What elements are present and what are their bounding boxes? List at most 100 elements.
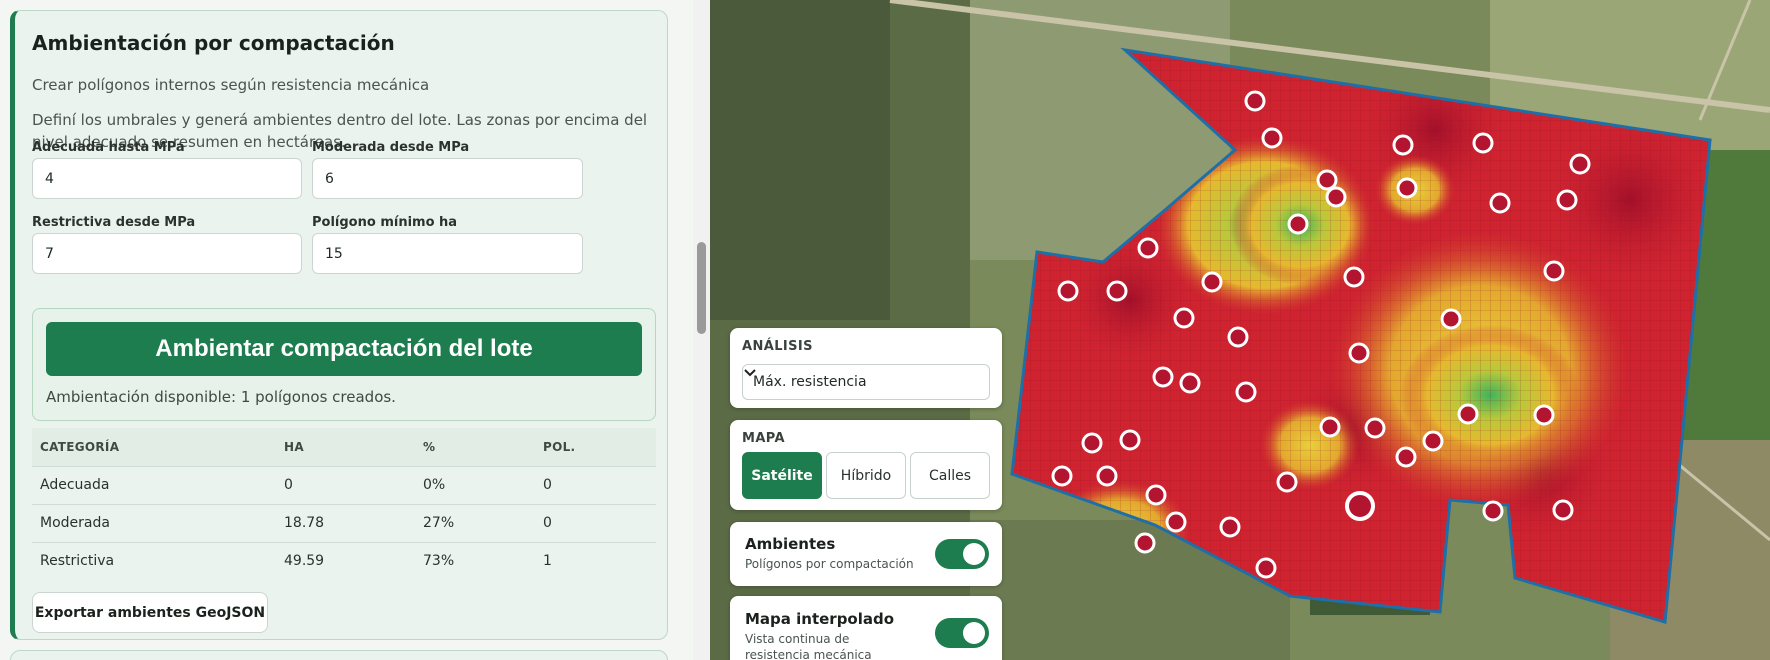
sample-point-icon[interactable] (1145, 484, 1167, 506)
cell-percent: 73% (415, 541, 535, 580)
sample-point-icon[interactable] (1173, 307, 1195, 329)
sample-point-icon[interactable] (1489, 192, 1511, 214)
sample-point-icon[interactable] (1343, 266, 1365, 288)
map-type-hybrid[interactable]: Híbrido (826, 452, 906, 499)
cell-ha: 49.59 (276, 541, 415, 580)
ambientes-toggle-card: Ambientes Polígonos por compactación (730, 522, 1002, 586)
cell-pol: 0 (535, 503, 656, 542)
adequate-threshold-label: Adecuada hasta MPa (32, 140, 185, 155)
chevron-down-icon (744, 369, 756, 377)
moderate-threshold-label: Moderada desde MPa (312, 140, 470, 155)
sample-point-icon[interactable] (1533, 404, 1555, 426)
sample-point-icon[interactable] (1440, 308, 1462, 330)
sample-point-icon[interactable] (1364, 417, 1386, 439)
sample-point-icon[interactable] (1396, 177, 1418, 199)
sample-point-icon[interactable] (1552, 499, 1574, 521)
sample-point-icon[interactable] (1201, 271, 1223, 293)
sample-point-icon[interactable] (1165, 511, 1187, 533)
card-subtitle: Crear polígonos internos según resistenc… (32, 76, 430, 94)
scrollbar-thumb[interactable] (697, 242, 706, 334)
sample-point-icon[interactable] (1244, 90, 1266, 112)
sample-point-icon[interactable] (1261, 127, 1283, 149)
header-pol: POL. (535, 428, 656, 466)
sample-point-icon[interactable] (1392, 134, 1414, 156)
analysis-control: ANÁLISIS Máx. resistencia (730, 328, 1002, 408)
table-header-row: CATEGORÍA HA % POL. (32, 428, 656, 466)
cell-category: Adecuada (32, 465, 276, 504)
sample-point-icon[interactable] (1543, 260, 1565, 282)
map-label: MAPA (742, 431, 785, 446)
sample-point-icon[interactable] (1255, 557, 1277, 579)
sample-point-icon[interactable] (1472, 132, 1494, 154)
analysis-select-value: Máx. resistencia (753, 374, 867, 390)
sample-point-icon[interactable] (1422, 430, 1444, 452)
sample-point-icon[interactable] (1556, 189, 1578, 211)
min-polygon-label: Polígono mínimo ha (312, 215, 458, 230)
sample-point-icon[interactable] (1106, 280, 1128, 302)
ambientes-subtitle: Polígonos por compactación (745, 557, 914, 571)
toggle-knob (963, 622, 985, 644)
sample-point-icon[interactable] (1134, 532, 1156, 554)
sample-point-icon[interactable] (1096, 465, 1118, 487)
sample-point-icon[interactable] (1119, 429, 1141, 451)
sample-point-icon[interactable] (1316, 169, 1338, 191)
summary-table: CATEGORÍA HA % POL. Adecuada 0 0% 0 Mode… (32, 428, 656, 580)
cell-percent: 0% (415, 465, 535, 504)
sample-point-icon[interactable] (1276, 471, 1298, 493)
cell-category: Restrictiva (32, 541, 276, 580)
min-polygon-input[interactable] (312, 233, 583, 274)
interpolated-title: Mapa interpolado (745, 610, 895, 628)
cell-pol: 0 (535, 465, 656, 504)
analysis-label: ANÁLISIS (742, 339, 813, 354)
restrictive-threshold-input[interactable] (32, 233, 302, 274)
sample-point-icon[interactable] (1137, 237, 1159, 259)
cell-percent: 27% (415, 503, 535, 542)
cell-category: Moderada (32, 503, 276, 542)
sample-point-icon[interactable] (1179, 372, 1201, 394)
panel-scrollbar[interactable] (693, 0, 710, 660)
action-box: Ambientar compactación del lote Ambienta… (32, 308, 656, 421)
card-title: Ambientación por compactación (32, 31, 395, 55)
sample-point-icon[interactable] (1457, 403, 1479, 425)
analysis-select[interactable]: Máx. resistencia (742, 364, 990, 400)
sample-point-icon[interactable] (1051, 465, 1073, 487)
ambientes-title: Ambientes (745, 535, 836, 553)
sample-point-icon[interactable] (1348, 342, 1370, 364)
cell-ha: 18.78 (276, 503, 415, 542)
sample-point-icon[interactable] (1152, 366, 1174, 388)
sample-point-icon[interactable] (1325, 186, 1347, 208)
interpolated-subtitle: Vista continua de resistencia mecánica (745, 632, 872, 660)
sample-point-icon[interactable] (1057, 280, 1079, 302)
run-compaction-button[interactable]: Ambientar compactación del lote (46, 322, 642, 376)
sample-point-icon[interactable] (1235, 381, 1257, 403)
moderate-threshold-input[interactable] (312, 158, 583, 199)
sample-point-icon[interactable] (1219, 516, 1241, 538)
sample-point-selected-icon[interactable] (1345, 491, 1375, 521)
sample-point-icon[interactable] (1482, 500, 1504, 522)
ambientes-toggle[interactable] (935, 539, 989, 569)
cell-ha: 0 (276, 465, 415, 504)
terrain-patch (710, 0, 890, 320)
sample-point-icon[interactable] (1319, 416, 1341, 438)
next-card-edge (10, 650, 668, 660)
sample-point-icon[interactable] (1227, 326, 1249, 348)
sample-point-icon[interactable] (1287, 213, 1309, 235)
map-view[interactable]: ANÁLISIS Máx. resistencia MAPA Satélite … (710, 0, 1770, 660)
header-category: CATEGORÍA (32, 428, 276, 466)
interpolated-toggle-card: Mapa interpolado Vista continua de resis… (730, 596, 1002, 660)
map-type-streets[interactable]: Calles (910, 452, 990, 499)
cell-pol: 1 (535, 541, 656, 580)
sample-point-icon[interactable] (1081, 432, 1103, 454)
interpolated-toggle[interactable] (935, 618, 989, 648)
header-ha: HA (276, 428, 415, 466)
action-status: Ambientación disponible: 1 polígonos cre… (46, 388, 396, 406)
table-row: Moderada 18.78 27% 0 (32, 503, 656, 542)
side-panel: Ambientación por compactación Crear polí… (0, 0, 710, 660)
sample-point-icon[interactable] (1569, 153, 1591, 175)
export-geojson-button[interactable]: Exportar ambientes GeoJSON (32, 592, 268, 633)
map-type-satellite[interactable]: Satélite (742, 452, 822, 499)
adequate-threshold-input[interactable] (32, 158, 302, 199)
restrictive-threshold-label: Restrictiva desde MPa (32, 215, 196, 230)
map-type-control: MAPA Satélite Híbrido Calles (730, 420, 1002, 510)
sample-point-icon[interactable] (1395, 446, 1417, 468)
